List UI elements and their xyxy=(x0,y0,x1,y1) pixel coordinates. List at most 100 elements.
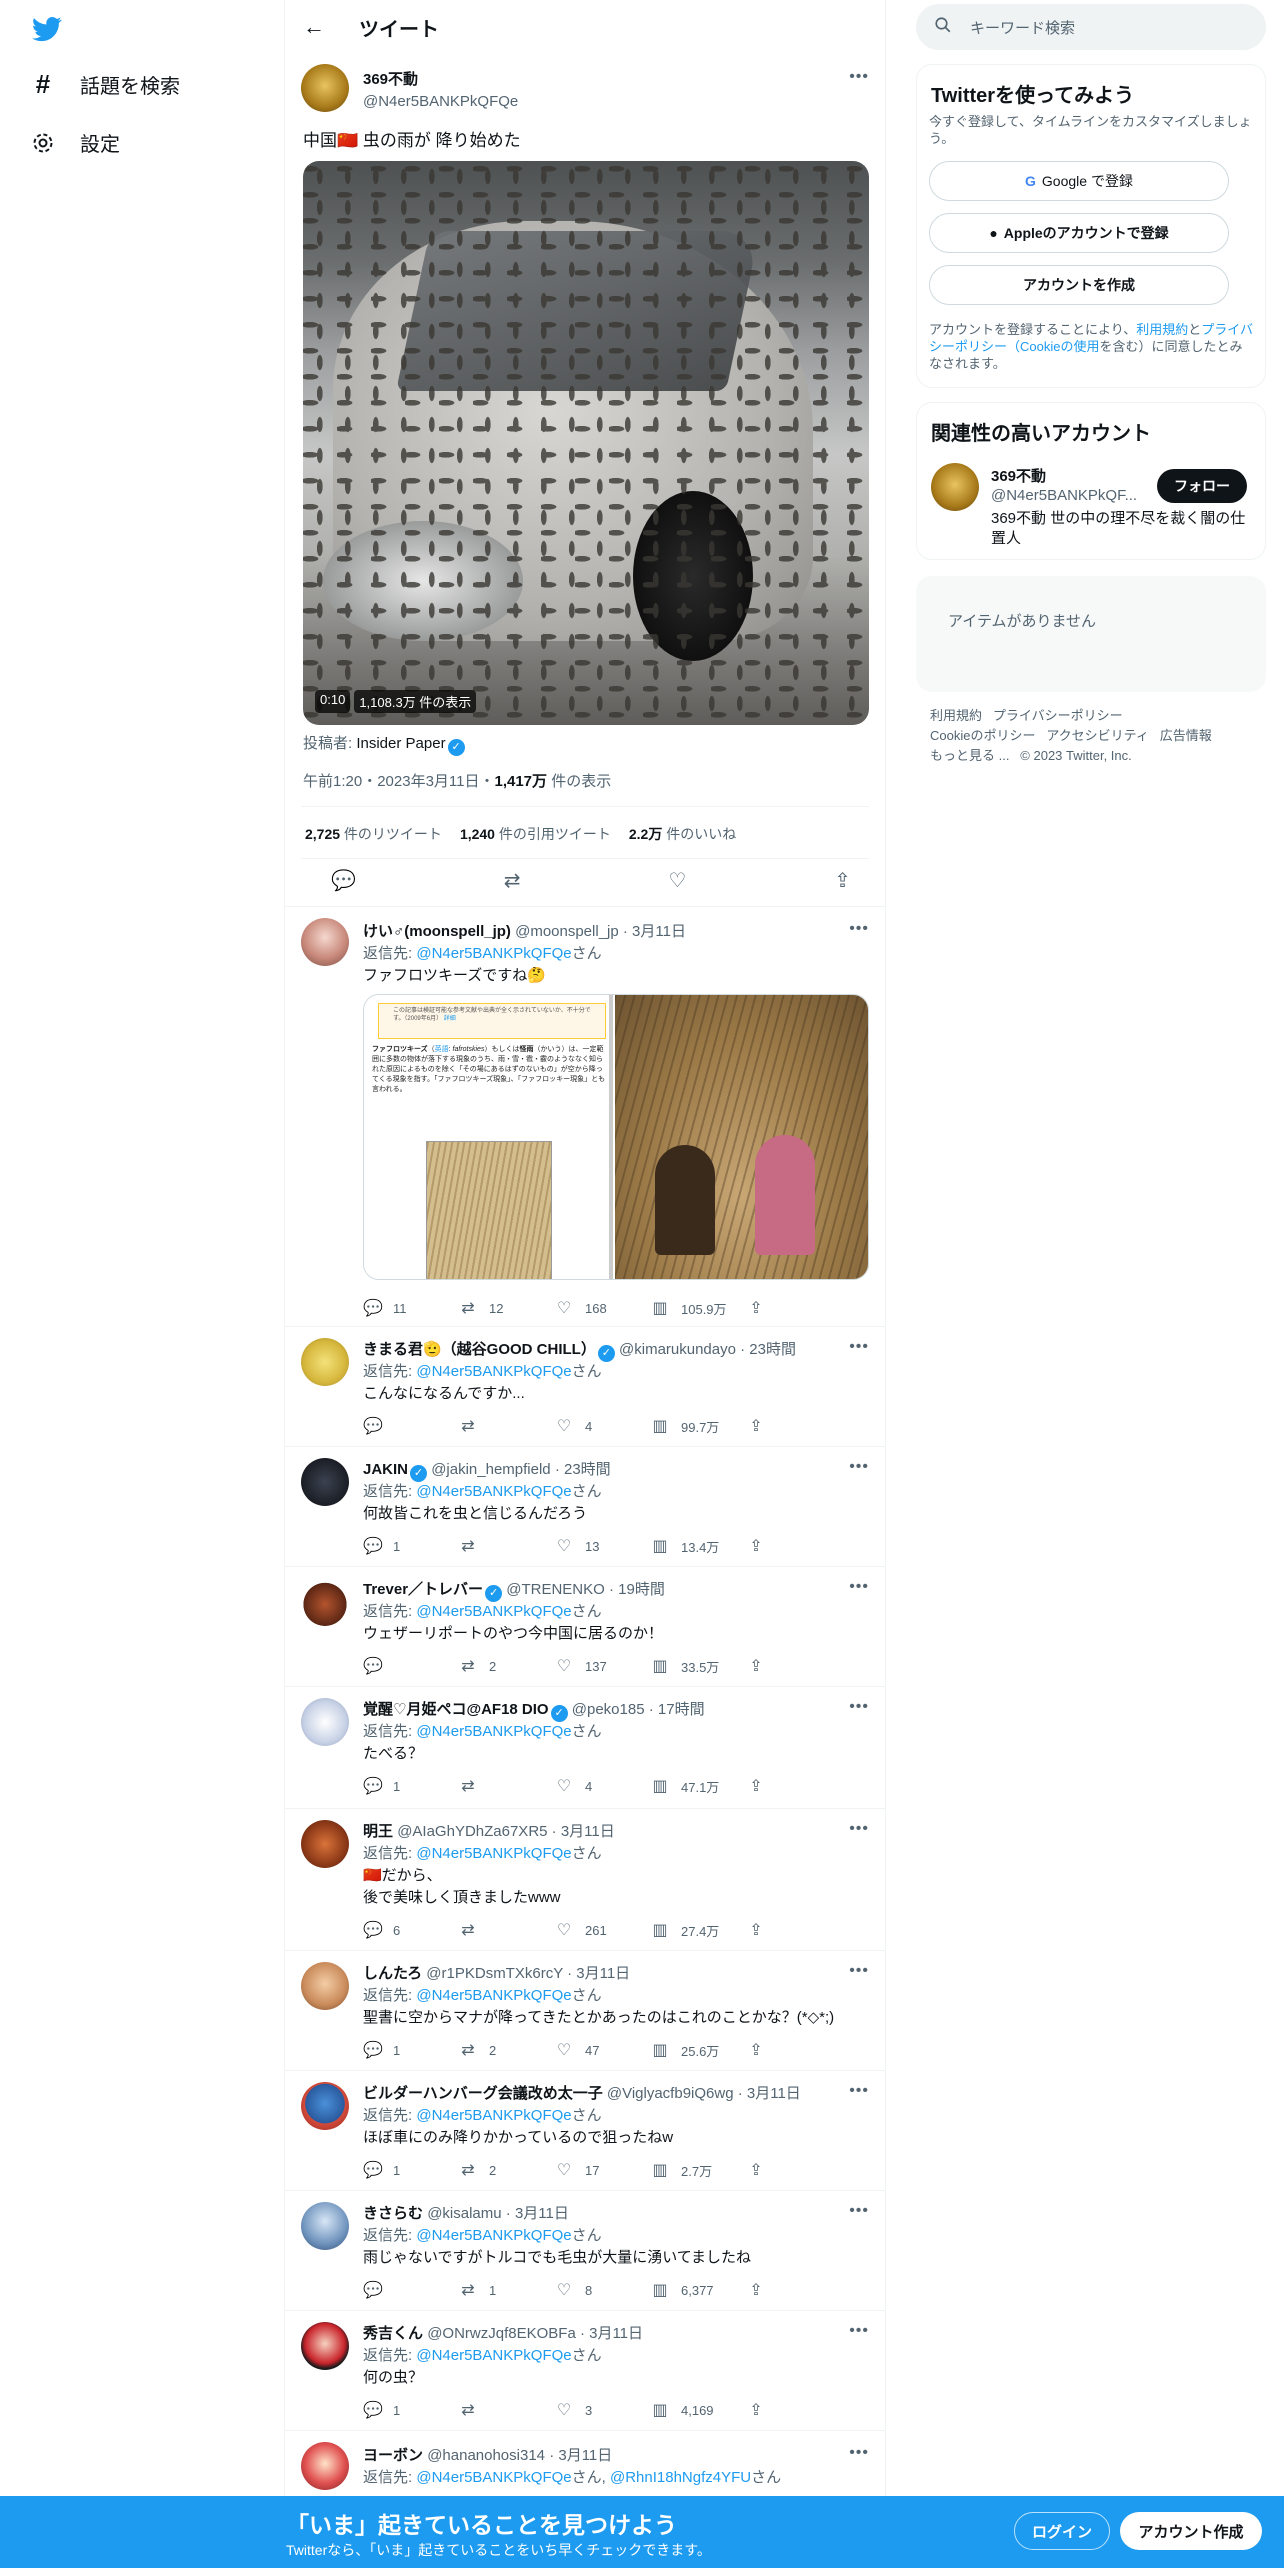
author-name[interactable]: 369不動 xyxy=(363,68,518,89)
views-button[interactable]: ▥ 33.5万 xyxy=(651,1656,747,1676)
author-handle[interactable]: @ONrwzJqf8EKOBFa xyxy=(427,2325,576,2342)
avatar[interactable] xyxy=(301,1820,349,1868)
reply-to-link[interactable]: @N4er5BANKPkQFQe xyxy=(416,2347,571,2364)
like-button[interactable]: ♡ 13 xyxy=(555,1536,651,1556)
author-name[interactable]: ヨーボン xyxy=(363,2447,423,2464)
footer-link[interactable]: Cookieのポリシー xyxy=(930,728,1035,743)
like-icon[interactable]: ♡ xyxy=(668,868,686,893)
views-button[interactable]: ▥ 25.6万 xyxy=(651,2040,747,2060)
reply-button[interactable]: 💬 11 xyxy=(363,1298,459,1318)
related-handle[interactable]: @N4er5BANKPkQF... xyxy=(991,487,1137,504)
more-icon[interactable]: ••• xyxy=(849,1458,869,1476)
quotes-stat[interactable]: 1,240 件の引用ツイート xyxy=(460,824,611,844)
footer-more-link[interactable]: もっと見る ... xyxy=(930,748,1009,763)
author-handle[interactable]: @kisalamu xyxy=(427,2205,501,2222)
author-name[interactable]: きまる君🫡（越谷GOOD CHILL） xyxy=(363,1341,596,1358)
retweet-button[interactable]: ⇄ xyxy=(459,1920,555,1940)
share-button[interactable]: ⇪ xyxy=(747,1536,843,1556)
author-name[interactable]: きさらむ xyxy=(363,2205,423,2222)
reply-button[interactable]: 💬 1 xyxy=(363,2160,459,2180)
back-arrow-icon[interactable]: ← xyxy=(303,14,325,40)
share-icon[interactable]: ⇪ xyxy=(834,868,851,893)
more-icon[interactable]: ••• xyxy=(849,920,869,938)
like-button[interactable]: ♡ 3 xyxy=(555,2400,651,2420)
like-button[interactable]: ♡ 4 xyxy=(555,1776,651,1796)
reply-images[interactable]: この記事は検証可能な参考文献や出典が全く示されていないか、不十分です。（2009… xyxy=(363,994,869,1280)
author-name[interactable]: 覚醒♡月姫ペコ@AF18 DIO xyxy=(363,1701,549,1718)
share-button[interactable]: ⇪ xyxy=(747,1656,843,1676)
author-handle[interactable]: @Viglyacfb9iQ6wg xyxy=(607,2085,734,2102)
signup-button[interactable]: アカウント作成 xyxy=(1120,2512,1262,2550)
reply-button[interactable]: 💬 6 xyxy=(363,1920,459,1940)
like-button[interactable]: ♡ 17 xyxy=(555,2160,651,2180)
reply-button[interactable]: 💬 1 xyxy=(363,1536,459,1556)
share-button[interactable]: ⇪ xyxy=(747,1416,843,1436)
reply-button[interactable]: 💬 xyxy=(363,1656,459,1676)
author-handle[interactable]: @peko185 xyxy=(572,1701,645,1718)
share-button[interactable]: ⇪ xyxy=(747,2400,843,2420)
avatar[interactable] xyxy=(301,2082,349,2130)
avatar[interactable] xyxy=(301,2442,349,2490)
author-handle[interactable]: @moonspell_jp xyxy=(515,923,619,940)
author-handle[interactable]: @jakin_hempfield xyxy=(431,1461,550,1478)
footer-link[interactable]: 利用規約 xyxy=(930,708,982,723)
like-button[interactable]: ♡ 261 xyxy=(555,1920,651,1940)
retweet-button[interactable]: ⇄ 2 xyxy=(459,1656,555,1676)
more-icon[interactable]: ••• xyxy=(849,1338,869,1356)
views-button[interactable]: ▥ 4,169 xyxy=(651,2400,747,2420)
reply-to-link[interactable]: @N4er5BANKPkQFQe xyxy=(416,2227,571,2244)
reply-to-link[interactable]: @N4er5BANKPkQFQe xyxy=(416,1363,571,1380)
views-button[interactable]: ▥ 13.4万 xyxy=(651,1536,747,1556)
author-name[interactable]: 明王 xyxy=(363,1823,393,1840)
share-button[interactable]: ⇪ xyxy=(747,1298,843,1318)
google-signup-button[interactable]: G Google で登録 xyxy=(929,161,1229,201)
follow-button[interactable]: フォロー xyxy=(1157,469,1247,503)
reply-to-link[interactable]: @N4er5BANKPkQFQe xyxy=(416,1987,571,2004)
views-button[interactable]: ▥ 105.9万 xyxy=(651,1298,747,1318)
author-handle[interactable]: @TRENENKO xyxy=(506,1581,605,1598)
retweet-button[interactable]: ⇄ xyxy=(459,2400,555,2420)
tweet-date[interactable]: · 3月11日 xyxy=(567,1965,630,1982)
reply-button[interactable]: 💬 1 xyxy=(363,1776,459,1796)
footer-link[interactable]: アクセシビリティ xyxy=(1046,728,1149,743)
avatar[interactable] xyxy=(301,1698,349,1746)
reply-button[interactable]: 💬 1 xyxy=(363,2400,459,2420)
reply-to-link[interactable]: @N4er5BANKPkQFQe xyxy=(416,945,571,962)
footer-link[interactable]: プライバシーポリシー xyxy=(993,708,1123,723)
apple-signup-button[interactable]: ● Appleのアカウントで登録 xyxy=(929,213,1229,253)
tweet-date[interactable]: · 3月11日 xyxy=(506,2205,569,2222)
author-name[interactable]: JAKIN xyxy=(363,1461,408,1478)
more-icon[interactable]: ••• xyxy=(849,1698,869,1716)
author-handle[interactable]: @hananohosi314 xyxy=(427,2447,545,2464)
views-button[interactable]: ▥ 47.1万 xyxy=(651,1776,747,1796)
create-account-button[interactable]: アカウントを作成 xyxy=(929,265,1229,305)
retweet-button[interactable]: ⇄ xyxy=(459,1416,555,1436)
timestamp[interactable]: 午前1:20・2023年3月11日・ xyxy=(303,773,494,790)
tweet-date[interactable]: · 3月11日 xyxy=(552,1823,615,1840)
avatar[interactable] xyxy=(301,1578,349,1626)
author-name[interactable]: Trever／トレバー xyxy=(363,1581,483,1598)
tweet-video[interactable]: 0:10 1,108.3万 件の表示 xyxy=(303,161,869,725)
tweet-date[interactable]: · 3月11日 xyxy=(549,2447,612,2464)
like-button[interactable]: ♡ 47 xyxy=(555,2040,651,2060)
twitter-logo-icon[interactable] xyxy=(30,14,64,44)
nav-explore[interactable]: # 話題を検索 xyxy=(30,69,180,99)
retweet-button[interactable]: ⇄ 12 xyxy=(459,1298,555,1318)
author-name[interactable]: けい♂(moonspell_jp) xyxy=(363,923,511,940)
tweet-date[interactable]: · 17時間 xyxy=(649,1701,705,1718)
retweet-button[interactable]: ⇄ xyxy=(459,1536,555,1556)
author-handle[interactable]: @AIaGhYDhZa67XR5 xyxy=(397,1823,547,1840)
search-input[interactable]: キーワード検索 xyxy=(916,4,1266,50)
reply-button[interactable]: 💬 xyxy=(363,1416,459,1436)
reply-button[interactable]: 💬 1 xyxy=(363,2040,459,2060)
tweet-date[interactable]: · 19時間 xyxy=(609,1581,665,1598)
share-button[interactable]: ⇪ xyxy=(747,2160,843,2180)
avatar[interactable] xyxy=(301,1962,349,2010)
avatar[interactable] xyxy=(301,1458,349,1506)
avatar[interactable] xyxy=(301,918,349,966)
share-button[interactable]: ⇪ xyxy=(747,2040,843,2060)
avatar[interactable] xyxy=(301,1338,349,1386)
painting-image[interactable] xyxy=(615,995,868,1279)
views-button[interactable]: ▥ 99.7万 xyxy=(651,1416,747,1436)
reply-to-link[interactable]: @N4er5BANKPkQFQe xyxy=(416,1603,571,1620)
